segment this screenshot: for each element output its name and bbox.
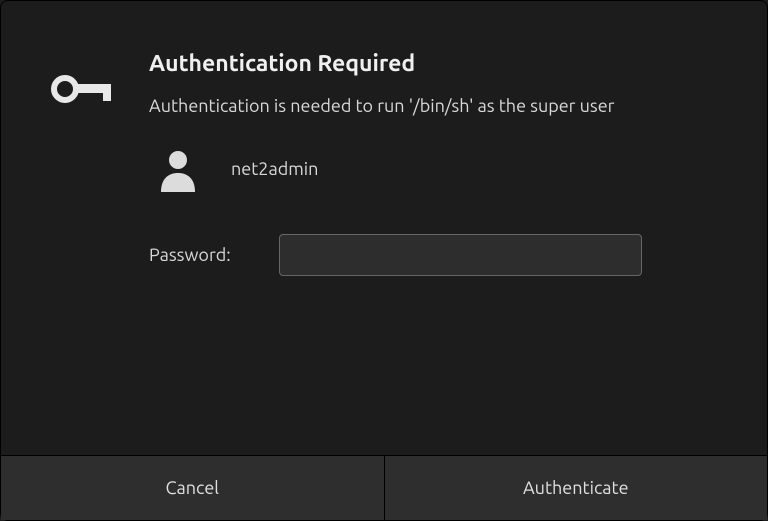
cancel-button[interactable]: Cancel (1, 456, 384, 520)
dialog-icon-column (51, 51, 141, 435)
user-row: net2admin (149, 146, 717, 192)
password-label: Password: (149, 245, 279, 265)
password-row: Password: (149, 234, 717, 276)
username-label: net2admin (231, 159, 318, 179)
authenticate-button[interactable]: Authenticate (384, 456, 768, 520)
dialog-message: Authentication is needed to run '/bin/sh… (149, 94, 659, 118)
password-input[interactable] (279, 234, 642, 276)
button-bar: Cancel Authenticate (1, 455, 767, 520)
dialog-body: Authentication Required Authentication i… (1, 1, 767, 455)
key-icon (51, 69, 113, 109)
dialog-main-column: Authentication Required Authentication i… (141, 51, 717, 435)
user-avatar-icon (155, 146, 201, 192)
dialog-title: Authentication Required (149, 51, 717, 76)
